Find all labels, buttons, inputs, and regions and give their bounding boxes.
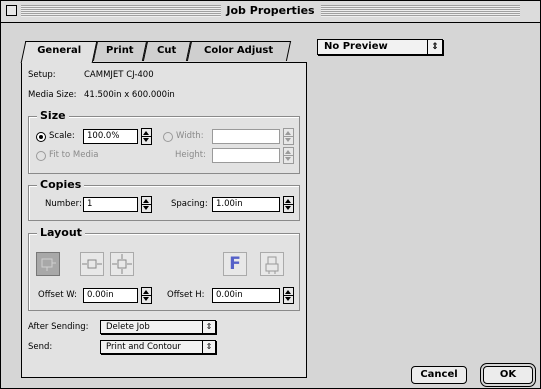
after-sending-popup[interactable]: Delete Job ⇕ [100, 320, 216, 334]
width-input[interactable] [212, 129, 280, 144]
size-group: Size Scale: 100.0% Width: Fit to Media H… [28, 109, 300, 174]
center-both-icon [112, 254, 132, 274]
offset-h-label: Offset H: [167, 290, 205, 300]
number-stepper[interactable] [141, 196, 152, 213]
width-label: Width: [176, 131, 204, 141]
title-bar[interactable]: Job Properties [1, 1, 540, 23]
tab-color-adjust[interactable]: Color Adjust [186, 41, 292, 61]
center-horizontal-button[interactable] [80, 252, 104, 276]
mirror-button[interactable]: F [223, 252, 247, 276]
spacing-label: Spacing: [171, 199, 208, 209]
layout-group-title: Layout [37, 226, 85, 239]
after-sending-value: Delete Job [106, 322, 150, 332]
spacing-input[interactable]: 1.00in [212, 197, 280, 212]
offset-w-label: Offset W: [38, 290, 78, 300]
height-label: Height: [175, 150, 206, 160]
general-panel: Setup: CAMMJET CJ-400 Media Size: 41.500… [21, 62, 307, 378]
height-stepper[interactable] [283, 147, 294, 164]
tab-general[interactable]: General [20, 41, 98, 63]
window-title: Job Properties [220, 4, 321, 17]
center-both-button[interactable] [110, 252, 134, 276]
scale-radio[interactable] [36, 132, 46, 142]
copies-group: Copies Number: 1 Spacing: 1.00in [28, 178, 300, 221]
cancel-button[interactable]: Cancel [411, 366, 467, 384]
fit-to-media-label: Fit to Media [49, 150, 99, 160]
rotate-icon [265, 256, 279, 274]
popup-arrows-icon: ⇕ [202, 341, 215, 353]
center-horizontal-icon [82, 259, 102, 269]
preview-popup-value: No Preview [324, 41, 388, 52]
offset-w-input[interactable]: 0.00in [83, 288, 138, 303]
popup-arrows-icon: ⇕ [427, 40, 442, 54]
f-icon: F [229, 254, 241, 274]
align-corner-button[interactable] [36, 252, 60, 276]
width-radio[interactable] [163, 132, 173, 142]
media-size-value: 41.500in x 600.000in [84, 90, 175, 100]
offset-h-input[interactable]: 0.00in [212, 288, 280, 303]
layout-group: Layout F Offset W: 0.00in Offset H: 0.00… [28, 226, 300, 311]
job-properties-window: Job Properties General Print Cut Color A… [0, 0, 541, 389]
align-corner-icon [41, 258, 56, 271]
popup-arrows-icon: ⇕ [202, 321, 215, 333]
rotate-button[interactable] [260, 252, 284, 276]
send-popup[interactable]: Print and Contour ⇕ [100, 340, 216, 354]
send-value: Print and Contour [106, 342, 181, 352]
media-size-label: Media Size: [28, 90, 77, 100]
offset-w-stepper[interactable] [141, 287, 152, 304]
height-input[interactable] [212, 148, 280, 163]
width-stepper[interactable] [283, 128, 294, 145]
preview-popup[interactable]: No Preview ⇕ [317, 39, 443, 55]
size-group-title: Size [37, 109, 69, 122]
send-label: Send: [28, 342, 53, 352]
after-sending-label: After Sending: [28, 322, 89, 332]
fit-to-media-radio[interactable] [36, 151, 46, 161]
ok-button[interactable]: OK [483, 366, 533, 384]
offset-h-stepper[interactable] [283, 287, 294, 304]
tab-print[interactable]: Print [92, 41, 148, 61]
number-label: Number: [45, 199, 82, 209]
setup-value: CAMMJET CJ-400 [84, 70, 154, 80]
close-box[interactable] [6, 5, 17, 16]
copies-group-title: Copies [37, 178, 85, 191]
scale-label: Scale: [49, 131, 75, 141]
tab-cut[interactable]: Cut [142, 41, 192, 61]
setup-label: Setup: [28, 70, 56, 80]
spacing-stepper[interactable] [283, 196, 294, 213]
scale-stepper[interactable] [141, 128, 152, 145]
number-input[interactable]: 1 [83, 197, 138, 212]
scale-input[interactable]: 100.0% [83, 129, 138, 144]
